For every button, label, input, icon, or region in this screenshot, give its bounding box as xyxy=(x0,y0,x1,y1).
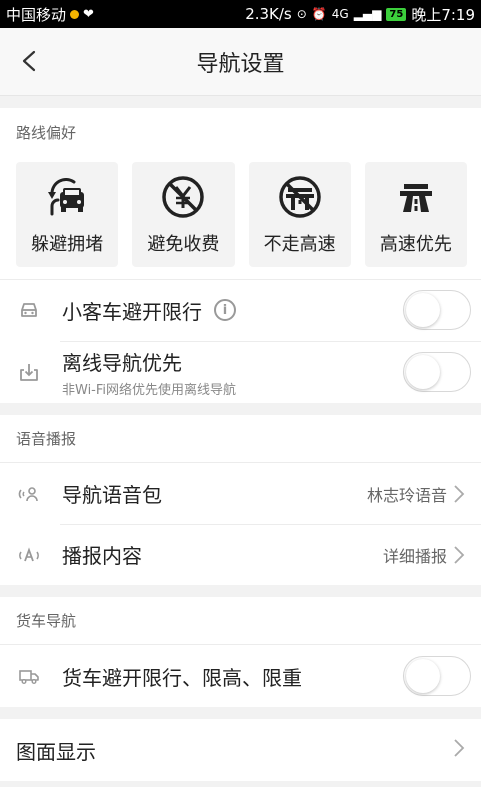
car-restriction-row[interactable]: 小客车避开限行 i xyxy=(0,279,481,341)
highway-first-icon xyxy=(393,174,439,220)
chevron-left-icon xyxy=(22,50,36,72)
car-icon xyxy=(0,299,62,321)
spacer xyxy=(0,585,481,597)
row-divider xyxy=(0,279,481,280)
no-toll-icon xyxy=(160,174,206,220)
option-label: 不走高速 xyxy=(263,233,336,255)
option-label: 避免收费 xyxy=(147,233,220,255)
option-no-highway[interactable]: 不走高速 xyxy=(248,162,351,267)
car-restriction-label: 小客车避开限行 xyxy=(62,299,202,324)
map-display-label: 图面显示 xyxy=(16,739,96,764)
voice-pack-row[interactable]: 导航语音包 林志玲语音 xyxy=(0,463,481,524)
signal-icon: ▂▄▆ xyxy=(353,7,382,21)
download-icon xyxy=(0,361,62,383)
voice-pack-value: 林志玲语音 xyxy=(366,485,447,505)
chevron-right-icon xyxy=(453,484,481,504)
toggle-knob xyxy=(406,659,440,693)
network-speed: 2.3K/s xyxy=(245,5,292,23)
voice-pack-label: 导航语音包 xyxy=(62,483,162,507)
car-restriction-toggle[interactable] xyxy=(403,290,471,330)
chevron-right-icon xyxy=(453,738,481,762)
route-preference-section: 路线偏好 躲避拥堵 避免收费 不走高速 高速优先 小客车避开限行 i 离线导航优… xyxy=(0,108,481,403)
status-bar: 中国移动 ❤ 2.3K/s ⊙ ⏰ 4G ▂▄▆ 75 晚上7:19 xyxy=(0,0,481,28)
offline-nav-toggle[interactable] xyxy=(403,352,471,392)
section-heading: 语音播报 xyxy=(0,415,481,463)
section-heading: 路线偏好 xyxy=(16,123,77,142)
map-display-row[interactable]: 图面显示 xyxy=(0,719,481,781)
truck-restriction-toggle[interactable] xyxy=(403,656,471,696)
spacer xyxy=(0,403,481,415)
option-avoid-congestion[interactable]: 躲避拥堵 xyxy=(16,162,119,267)
notification-dot-icon xyxy=(70,9,80,19)
spacer xyxy=(0,707,481,719)
option-label: 躲避拥堵 xyxy=(31,233,104,255)
avoid-congestion-icon xyxy=(44,174,90,220)
option-highway-first[interactable]: 高速优先 xyxy=(364,162,467,267)
alarm-icon: ⏰ xyxy=(311,7,327,21)
carrier-name: 中国移动 xyxy=(6,5,67,24)
toggle-knob xyxy=(406,293,440,327)
voice-section: 语音播报 导航语音包 林志玲语音 播报内容 详细播报 xyxy=(0,415,481,585)
row-divider xyxy=(60,524,481,525)
chevron-right-icon xyxy=(453,545,481,565)
truck-icon xyxy=(0,665,62,687)
toggle-knob xyxy=(406,355,440,389)
broadcast-content-value: 详细播报 xyxy=(382,546,447,566)
broadcast-content-label: 播报内容 xyxy=(62,544,142,568)
truck-restriction-label: 货车避开限行、限高、限重 xyxy=(62,665,302,690)
battery-icon: 75 xyxy=(386,7,407,21)
heart-icon: ❤ xyxy=(83,6,94,22)
route-options: 躲避拥堵 避免收费 不走高速 高速优先 xyxy=(0,156,481,279)
voice-person-icon xyxy=(0,483,62,505)
offline-nav-description: 非Wi-Fi网络优先使用离线导航 xyxy=(62,382,237,398)
offline-nav-row[interactable]: 离线导航优先 非Wi-Fi网络优先使用离线导航 xyxy=(0,341,481,403)
no-highway-icon xyxy=(277,174,323,220)
section-heading: 货车导航 xyxy=(0,597,481,645)
title-bar: 导航设置 xyxy=(0,28,481,96)
page-title: 导航设置 xyxy=(196,51,285,77)
info-icon[interactable]: i xyxy=(214,299,236,321)
network-type: 4G xyxy=(331,7,349,21)
row-divider xyxy=(60,341,481,342)
spacer xyxy=(0,96,481,108)
location-icon: ⊙ xyxy=(296,7,307,21)
broadcast-content-row[interactable]: 播报内容 详细播报 xyxy=(0,524,481,585)
broadcast-icon xyxy=(0,544,62,566)
option-label: 高速优先 xyxy=(379,233,452,255)
offline-nav-label: 离线导航优先 xyxy=(62,350,182,375)
truck-restriction-row[interactable]: 货车避开限行、限高、限重 xyxy=(0,645,481,707)
clock: 晚上7:19 xyxy=(411,5,475,24)
back-button[interactable] xyxy=(14,46,44,76)
truck-section: 货车导航 货车避开限行、限高、限重 xyxy=(0,597,481,707)
option-no-toll[interactable]: 避免收费 xyxy=(132,162,235,267)
